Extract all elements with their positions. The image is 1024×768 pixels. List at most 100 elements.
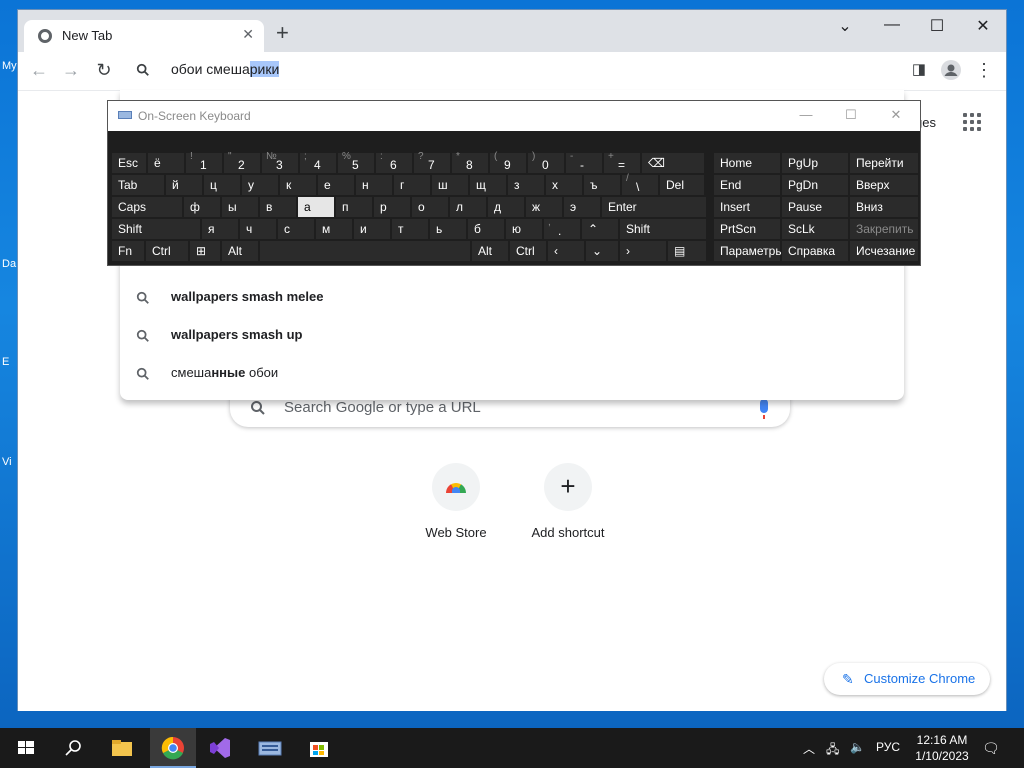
- osk-key[interactable]: р: [374, 197, 410, 217]
- reload-icon[interactable]: ↻: [93, 60, 115, 81]
- shortcut-web-store[interactable]: Web Store: [396, 463, 516, 540]
- osk-key[interactable]: ъ: [584, 175, 620, 195]
- osk-key[interactable]: + =: [604, 151, 640, 173]
- osk-nav-key[interactable]: Вверх: [850, 175, 918, 195]
- osk-key[interactable]: ⌃: [582, 219, 618, 239]
- osk-key[interactable]: Esc: [112, 153, 146, 173]
- on-screen-keyboard-taskbar-icon[interactable]: [256, 734, 284, 762]
- osk-nav-key[interactable]: PgUp: [782, 153, 848, 173]
- osk-nav-key[interactable]: Закрепить: [850, 219, 918, 239]
- osk-key[interactable]: ё: [148, 153, 184, 173]
- desktop-icon-label[interactable]: Vi: [2, 456, 18, 468]
- osk-key[interactable]: Tab: [112, 175, 164, 195]
- osk-key[interactable]: Ctrl: [146, 241, 188, 261]
- maximize-button[interactable]: ☐: [925, 16, 949, 36]
- osk-key[interactable]: в: [260, 197, 296, 217]
- suggestion-item[interactable]: wallpapers smash melee: [120, 280, 904, 316]
- osk-key[interactable]: х: [546, 175, 582, 195]
- osk-nav-key[interactable]: Pause: [782, 197, 848, 217]
- osk-key[interactable]: Shift: [620, 219, 706, 239]
- osk-key[interactable]: з: [508, 175, 544, 195]
- osk-nav-key[interactable]: Параметры: [714, 241, 784, 261]
- osk-nav-key[interactable]: Перейти: [850, 153, 918, 173]
- desktop-icon-label[interactable]: My: [2, 60, 18, 72]
- osk-key[interactable]: --: [566, 151, 602, 173]
- osk-key[interactable]: ⊞: [190, 241, 220, 261]
- osk-nav-key[interactable]: Insert: [714, 197, 780, 217]
- start-windows-icon[interactable]: [12, 734, 40, 762]
- clock[interactable]: 12:16 AM 1/10/2023: [912, 732, 972, 764]
- side-panel-icon[interactable]: ◨: [908, 60, 930, 78]
- language-indicator[interactable]: РУС: [876, 740, 900, 754]
- new-tab-button[interactable]: +: [276, 22, 289, 44]
- osk-key[interactable]: № 3: [262, 151, 298, 173]
- osk-key[interactable]: [260, 241, 470, 261]
- osk-key[interactable]: ш: [432, 175, 468, 195]
- osk-key[interactable]: п: [336, 197, 372, 217]
- osk-key[interactable]: Del: [660, 175, 704, 195]
- osk-key[interactable]: Fn: [112, 241, 144, 261]
- desktop-icon-label[interactable]: Da: [2, 258, 18, 270]
- osk-key[interactable]: ; 4: [300, 151, 336, 173]
- osk-key[interactable]: ! 1: [186, 151, 222, 173]
- osk-key[interactable]: * 8: [452, 151, 488, 173]
- apps-grid-icon[interactable]: [963, 113, 981, 131]
- osk-key[interactable]: ю: [506, 219, 542, 239]
- osk-key[interactable]: ч: [240, 219, 276, 239]
- osk-key[interactable]: Alt: [222, 241, 258, 261]
- visual-studio-icon[interactable]: [206, 734, 234, 762]
- osk-key[interactable]: ⌄: [586, 241, 618, 261]
- osk-key[interactable]: т: [392, 219, 428, 239]
- omnibox[interactable]: обои смешарики: [120, 53, 904, 89]
- osk-key[interactable]: о: [412, 197, 448, 217]
- osk-key[interactable]: Alt: [472, 241, 508, 261]
- osk-nav-key[interactable]: Исчезание: [850, 241, 918, 261]
- osk-key[interactable]: л: [450, 197, 486, 217]
- osk-nav-key[interactable]: Home: [714, 153, 780, 173]
- osk-key[interactable]: ›: [620, 241, 666, 261]
- osk-key[interactable]: Ctrl: [510, 241, 546, 261]
- customize-chrome-button[interactable]: ✎ Customize Chrome: [824, 663, 990, 695]
- osk-key[interactable]: я: [202, 219, 238, 239]
- osk-key[interactable]: й: [166, 175, 202, 195]
- osk-key[interactable]: ь: [430, 219, 466, 239]
- suggestion-item[interactable]: wallpapers smash up: [120, 318, 904, 354]
- osk-key[interactable]: ,.: [544, 217, 580, 239]
- volume-icon[interactable]: 🔈: [850, 740, 865, 754]
- close-window-button[interactable]: ✕: [971, 16, 995, 36]
- osk-key[interactable]: г: [394, 175, 430, 195]
- forward-arrow-icon[interactable]: →: [60, 60, 82, 81]
- osk-key[interactable]: Enter: [602, 197, 706, 217]
- osk-key[interactable]: ж: [526, 197, 562, 217]
- show-hidden-icons-icon[interactable]: ︿: [803, 740, 815, 757]
- osk-key[interactable]: / \: [622, 173, 658, 195]
- file-explorer-icon[interactable]: [108, 734, 136, 762]
- osk-key[interactable]: Shift: [112, 219, 200, 239]
- osk-key[interactable]: с: [278, 219, 314, 239]
- search-icon[interactable]: [60, 734, 88, 762]
- osk-key[interactable]: д: [488, 197, 524, 217]
- osk-nav-key[interactable]: Вниз: [850, 197, 918, 217]
- osk-key[interactable]: Caps: [112, 197, 182, 217]
- osk-close-button[interactable]: ✕: [886, 107, 906, 123]
- profile-avatar[interactable]: [940, 60, 962, 85]
- osk-key[interactable]: % 5: [338, 151, 374, 173]
- osk-key[interactable]: э: [564, 197, 600, 217]
- osk-maximize-button[interactable]: ☐: [841, 107, 861, 123]
- osk-nav-key[interactable]: ScLk: [782, 219, 848, 239]
- osk-key[interactable]: щ: [470, 175, 506, 195]
- osk-minimize-button[interactable]: —: [796, 107, 816, 122]
- osk-nav-key[interactable]: End: [714, 175, 780, 195]
- osk-key[interactable]: а: [298, 197, 334, 217]
- notifications-icon[interactable]: 🗨: [982, 740, 1000, 757]
- osk-key[interactable]: и: [354, 219, 390, 239]
- menu-kebab-icon[interactable]: ⋮: [973, 60, 995, 81]
- osk-key[interactable]: у: [242, 175, 278, 195]
- tab-close-icon[interactable]: ✕: [242, 26, 254, 43]
- osk-key[interactable]: ф: [184, 197, 220, 217]
- osk-key[interactable]: м: [316, 219, 352, 239]
- osk-nav-key[interactable]: PrtScn: [714, 219, 780, 239]
- tab-new-tab[interactable]: New Tab ✕: [24, 20, 264, 52]
- osk-key[interactable]: ц: [204, 175, 240, 195]
- microsoft-store-icon[interactable]: [305, 734, 333, 762]
